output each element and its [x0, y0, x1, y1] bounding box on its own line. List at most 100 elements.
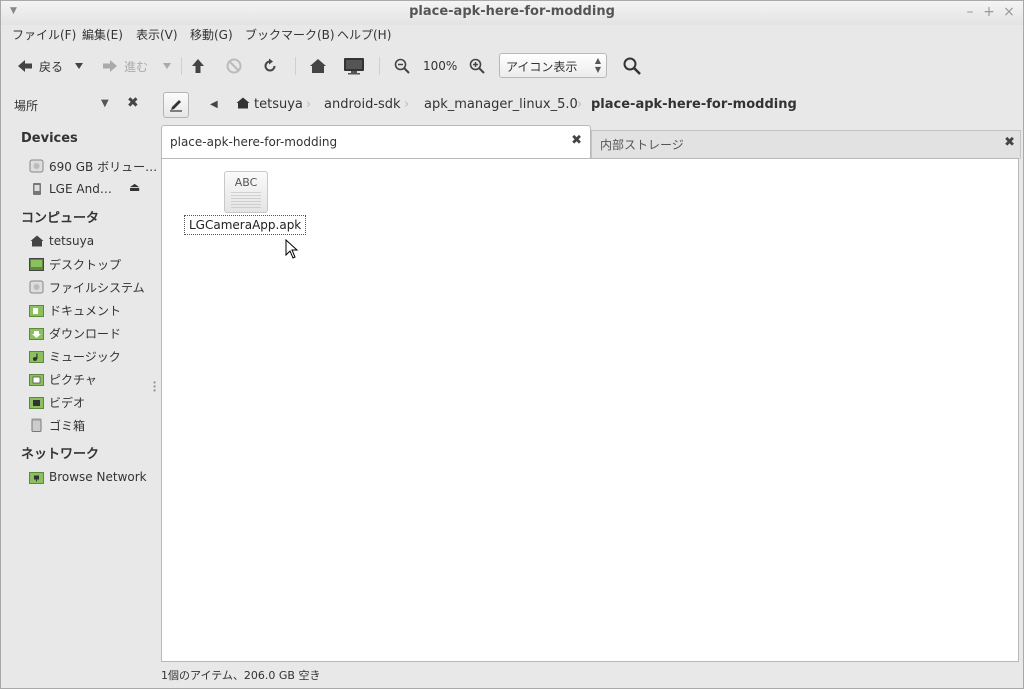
sidebar-item-label: LGE And…	[49, 182, 112, 196]
file-name[interactable]: LGCameraApp.apk	[184, 215, 307, 235]
sidebar: Devices 690 GB ボリュー… LGE And… ⏏ コンピュータ t…	[1, 119, 157, 689]
breadcrumb-home[interactable]: tetsuya	[236, 97, 303, 112]
eject-icon[interactable]: ⏏	[129, 180, 140, 194]
sidebar-section-network: ネットワーク	[21, 447, 100, 462]
window-title: place-apk-here-for-modding	[409, 4, 615, 19]
sidebar-item-pictures[interactable]: ピクチャ	[29, 369, 151, 389]
dropdown-arrow-icon	[163, 63, 171, 69]
tab-internal-storage[interactable]: 内部ストレージ ✖	[591, 130, 1021, 159]
file-manager-window: ▼ place-apk-here-for-modding – + × ファイル(…	[0, 0, 1024, 689]
select-arrows-icon: ▲ ▼	[594, 56, 601, 74]
stop-button[interactable]	[226, 55, 242, 77]
pencil-icon	[170, 100, 182, 112]
sidebar-section-devices: Devices	[21, 131, 78, 146]
sidebar-item-desktop[interactable]: デスクトップ	[29, 254, 151, 274]
view-mode-value: アイコン表示	[506, 60, 578, 74]
zoom-out-button[interactable]	[394, 55, 410, 77]
home-icon	[236, 97, 250, 109]
sidebar-item-filesystem[interactable]: ファイルシステム	[29, 277, 151, 297]
sidebar-item-home[interactable]: tetsuya	[29, 231, 151, 251]
network-icon	[29, 470, 44, 484]
breadcrumb-apk-manager[interactable]: apk_manager_linux_5.0	[424, 97, 578, 112]
desktop-icon	[29, 257, 44, 271]
menu-bar: ファイル(F) 編集(E) 表示(V) 移動(G) ブックマーク(B) ヘルプ(…	[1, 25, 1023, 45]
breadcrumb-scroll-left-icon[interactable]: ◀	[210, 99, 218, 110]
dropdown-arrow-icon	[75, 63, 83, 69]
sidebar-close-icon[interactable]: ✖	[127, 95, 139, 111]
sidebar-section-computer: コンピュータ	[21, 211, 100, 226]
tab-label: 内部ストレージ	[600, 138, 684, 152]
menu-file[interactable]: ファイル(F)	[12, 26, 76, 43]
tab-label: place-apk-here-for-modding	[170, 135, 338, 149]
sidebar-item-label: デスクトップ	[49, 257, 122, 272]
pane-resize-handle[interactable]: ∙ ∙ ∙	[152, 379, 157, 395]
menu-edit[interactable]: 編集(E)	[82, 26, 123, 43]
toolbar-separator	[181, 57, 182, 75]
reload-button[interactable]	[262, 55, 278, 77]
sidebar-item-label: ピクチャ	[49, 372, 97, 387]
sidebar-item-music[interactable]: ミュージック	[29, 346, 151, 366]
sidebar-item-label: ミュージック	[49, 349, 121, 364]
sidebar-mode-dropdown-icon[interactable]: ▼	[101, 98, 109, 109]
status-bar: 1個のアイテム、206.0 GB 空き	[161, 669, 321, 682]
toolbar-separator	[295, 57, 296, 75]
menu-view[interactable]: 表示(V)	[136, 26, 178, 43]
file-item[interactable]: ABC LGCameraApp.apk	[184, 169, 308, 239]
maximize-icon[interactable]: +	[982, 4, 996, 20]
menu-go[interactable]: 移動(G)	[190, 26, 233, 43]
sidebar-item-videos[interactable]: ビデオ	[29, 392, 151, 412]
sidebar-item-label: ファイルシステム	[49, 280, 145, 295]
back-history-dropdown[interactable]	[74, 55, 84, 77]
close-window-icon[interactable]: ×	[1002, 4, 1016, 20]
breadcrumb-current[interactable]: place-apk-here-for-modding	[591, 97, 797, 112]
tab-close-icon[interactable]: ✖	[1004, 135, 1015, 150]
mouse-cursor-icon	[285, 239, 299, 259]
back-label: 戻る	[39, 59, 64, 74]
sidebar-item-downloads[interactable]: ダウンロード	[29, 323, 151, 343]
title-bar[interactable]: ▼ place-apk-here-for-modding – + ×	[1, 1, 1023, 25]
up-arrow-icon	[192, 59, 204, 73]
tab-close-icon[interactable]: ✖	[571, 133, 582, 148]
forward-button[interactable]: 進む	[102, 55, 148, 77]
location-edit-button[interactable]	[163, 92, 189, 118]
computer-button[interactable]	[343, 55, 365, 77]
videos-folder-icon	[29, 395, 44, 409]
menu-bookmarks[interactable]: ブックマーク(B)	[245, 26, 335, 43]
forward-history-dropdown[interactable]	[162, 55, 172, 77]
filesystem-icon	[29, 280, 44, 294]
file-view[interactable]: ABC LGCameraApp.apk	[161, 158, 1019, 662]
sidebar-item-documents[interactable]: ドキュメント	[29, 300, 151, 320]
minimize-icon[interactable]: –	[963, 4, 977, 20]
sidebar-item-trash[interactable]: ゴミ箱	[29, 415, 151, 435]
sidebar-item-lge-device[interactable]: LGE And… ⏏	[29, 179, 151, 199]
usb-device-icon	[29, 182, 44, 196]
search-button[interactable]	[623, 55, 641, 77]
zoom-in-icon	[469, 58, 485, 74]
view-mode-select[interactable]: アイコン表示 ▲ ▼	[499, 53, 607, 78]
sidebar-header-label: 場所	[14, 99, 39, 113]
back-arrow-icon	[18, 60, 32, 72]
zoom-level[interactable]: 100%	[423, 55, 457, 77]
breadcrumb: ◀ tetsuya › android-sdk › apk_manager_li…	[161, 91, 1021, 119]
breadcrumb-android-sdk[interactable]: android-sdk	[324, 97, 401, 112]
stop-icon	[226, 58, 242, 74]
computer-monitor-icon	[344, 58, 364, 75]
sidebar-item-label: ゴミ箱	[49, 418, 86, 433]
tab-bar: place-apk-here-for-modding ✖ 内部ストレージ ✖	[161, 125, 1021, 159]
back-button[interactable]: 戻る	[17, 55, 63, 77]
sidebar-item-volume[interactable]: 690 GB ボリュー…	[29, 156, 157, 176]
home-button[interactable]	[309, 55, 327, 77]
breadcrumb-separator-icon: ›	[306, 97, 312, 112]
sidebar-item-label: tetsuya	[49, 234, 95, 248]
menu-help[interactable]: ヘルプ(H)	[337, 26, 391, 43]
sidebar-item-label: ドキュメント	[49, 303, 122, 318]
forward-arrow-icon	[103, 60, 117, 72]
sidebar-header: 場所 ▼ ✖	[1, 91, 153, 119]
up-button[interactable]	[191, 55, 205, 77]
sidebar-item-browse-network[interactable]: Browse Network	[29, 467, 151, 487]
breadcrumb-separator-icon: ›	[577, 97, 583, 112]
tab-place-apk[interactable]: place-apk-here-for-modding ✖	[161, 125, 591, 159]
zoom-in-button[interactable]	[469, 55, 485, 77]
sidebar-item-label: Browse Network	[49, 470, 147, 484]
downloads-folder-icon	[29, 326, 44, 340]
